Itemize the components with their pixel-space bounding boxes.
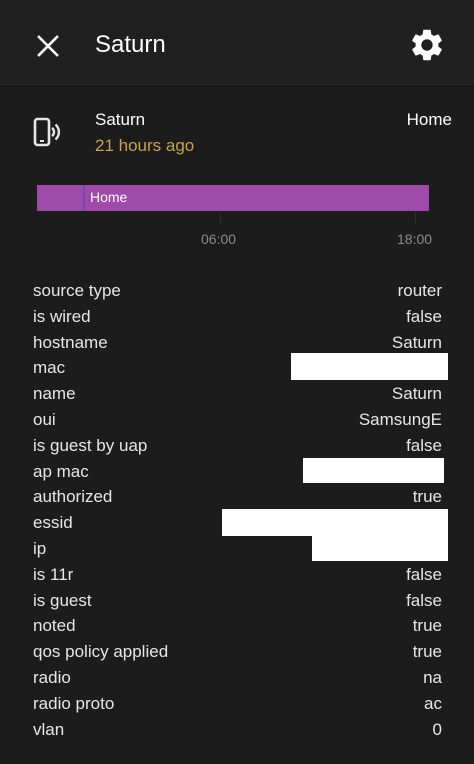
cellphone-wireless-icon bbox=[30, 114, 66, 150]
attribute-value: SamsungE bbox=[358, 409, 442, 429]
attribute-key: ip bbox=[33, 538, 47, 558]
entity-row: Saturn 21 hours ago Home bbox=[0, 100, 474, 170]
gear-icon bbox=[412, 29, 442, 61]
attribute-row: is 11r false bbox=[33, 562, 442, 588]
attribute-key: is wired bbox=[33, 306, 91, 326]
attribute-key: ap mac bbox=[33, 461, 89, 481]
attribute-key: hostname bbox=[33, 332, 108, 352]
attribute-row: radio na bbox=[33, 665, 442, 691]
close-button[interactable] bbox=[30, 28, 66, 64]
attribute-key: mac bbox=[33, 358, 66, 378]
attribute-key: is guest bbox=[33, 590, 92, 610]
attribute-row: qos policy applied true bbox=[33, 639, 442, 665]
timeline-marker bbox=[83, 185, 85, 211]
attribute-row: is guest false bbox=[33, 588, 442, 614]
attribute-key: oui bbox=[33, 409, 56, 429]
timeline-bar-label: Home bbox=[90, 189, 128, 205]
timeline-tick: 18:00 bbox=[397, 231, 433, 247]
more-info-dialog: Saturn Saturn 21 hours ago Home Home 06:… bbox=[0, 0, 474, 764]
attribute-row: is guest by uap false bbox=[33, 433, 442, 459]
dialog-header: Saturn bbox=[0, 0, 474, 87]
attribute-value: true bbox=[412, 642, 442, 662]
attribute-key: essid bbox=[33, 513, 73, 533]
close-icon bbox=[37, 35, 59, 57]
attribute-row: authorized true bbox=[33, 484, 442, 510]
attribute-value: false bbox=[406, 306, 442, 326]
redacted-ap-mac-value bbox=[303, 458, 444, 483]
redacted-essid-value bbox=[222, 509, 448, 536]
attribute-row: oui SamsungE bbox=[33, 407, 442, 433]
attribute-value: false bbox=[406, 564, 442, 584]
attribute-key: is 11r bbox=[33, 564, 74, 584]
attribute-row: source type router bbox=[33, 278, 442, 304]
dialog-title: Saturn bbox=[95, 31, 166, 58]
timeline-tick: 06:00 bbox=[201, 231, 237, 247]
history-timeline[interactable]: Home bbox=[37, 185, 429, 211]
attribute-key: radio bbox=[33, 667, 71, 687]
attribute-value: 0 bbox=[432, 719, 442, 739]
attribute-row: is wired false bbox=[33, 304, 442, 330]
attribute-row: vlan 0 bbox=[33, 717, 442, 743]
attribute-value: true bbox=[412, 487, 442, 507]
entity-name: Saturn bbox=[95, 110, 146, 129]
attribute-key: noted bbox=[33, 616, 76, 636]
attribute-value: false bbox=[406, 590, 442, 610]
entity-state: Home bbox=[406, 110, 452, 129]
attribute-row: noted true bbox=[33, 613, 442, 639]
redacted-mac-value bbox=[291, 353, 448, 380]
attribute-key: vlan bbox=[33, 719, 65, 739]
attribute-value: Saturn bbox=[391, 384, 442, 404]
attribute-row: name Saturn bbox=[33, 381, 442, 407]
attribute-key: radio proto bbox=[33, 693, 115, 713]
attribute-value: na bbox=[423, 667, 442, 687]
attribute-key: authorized bbox=[33, 487, 113, 507]
attribute-key: name bbox=[33, 384, 76, 404]
settings-button[interactable] bbox=[408, 26, 446, 64]
last-changed: 21 hours ago bbox=[95, 136, 195, 155]
attribute-value: Saturn bbox=[391, 332, 442, 352]
redacted-ip-value bbox=[312, 535, 448, 561]
attribute-value: ac bbox=[424, 693, 442, 713]
attribute-row: radio proto ac bbox=[33, 691, 442, 717]
attribute-key: is guest by uap bbox=[33, 435, 148, 455]
attribute-key: source type bbox=[33, 281, 121, 300]
attribute-value: true bbox=[412, 616, 442, 636]
attribute-value: router bbox=[397, 281, 442, 300]
attribute-key: qos policy applied bbox=[33, 642, 169, 662]
attribute-row: hostname Saturn bbox=[33, 330, 442, 356]
attribute-value: false bbox=[406, 435, 442, 455]
